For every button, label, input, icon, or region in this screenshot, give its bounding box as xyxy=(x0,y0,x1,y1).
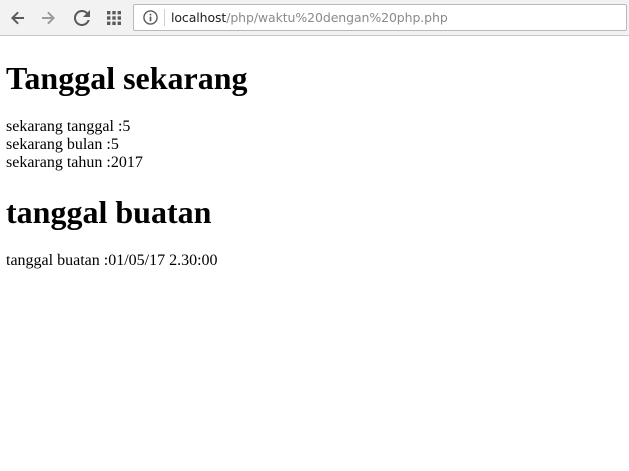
apps-grid-icon xyxy=(107,11,121,25)
address-bar[interactable]: localhost/php/waktu%20dengan%20php.php xyxy=(133,4,627,31)
heading-current-date: Tanggal sekarang xyxy=(6,60,248,96)
back-button[interactable] xyxy=(7,7,29,29)
arrow-left-icon xyxy=(11,11,24,25)
info-icon xyxy=(143,10,158,25)
current-month-value: 5 xyxy=(110,136,119,153)
heading-made-date: tanggal buatan xyxy=(6,194,212,230)
arrow-right-icon xyxy=(42,11,55,25)
url-path: /php/waktu%20dengan%20php.php xyxy=(226,10,448,25)
address-divider xyxy=(164,9,165,26)
current-month-label: sekarang bulan : xyxy=(6,136,111,153)
apps-button[interactable] xyxy=(103,7,125,29)
forward-button[interactable] xyxy=(37,7,59,29)
current-day-line: sekarang tanggal :5 xyxy=(6,118,130,136)
url-host: localhost xyxy=(171,10,227,25)
current-day-value: 5 xyxy=(122,118,131,135)
current-month-line: sekarang bulan :5 xyxy=(6,136,119,154)
site-info-button[interactable] xyxy=(142,9,159,26)
reload-button[interactable] xyxy=(71,7,93,29)
made-date-line: tanggal buatan :01/05/17 2.30:00 xyxy=(6,252,218,270)
made-date-label: tanggal buatan : xyxy=(6,252,109,269)
browser-toolbar: localhost/php/waktu%20dengan%20php.php xyxy=(0,0,629,36)
current-day-label: sekarang tanggal : xyxy=(6,118,123,135)
made-date-value: 01/05/17 2.30:00 xyxy=(108,252,218,269)
address-url[interactable]: localhost/php/waktu%20dengan%20php.php xyxy=(171,10,448,25)
current-year-label: sekarang tahun : xyxy=(6,154,111,171)
reload-icon xyxy=(74,10,90,26)
current-year-line: sekarang tahun :2017 xyxy=(6,154,143,172)
current-year-value: 2017 xyxy=(110,154,143,171)
